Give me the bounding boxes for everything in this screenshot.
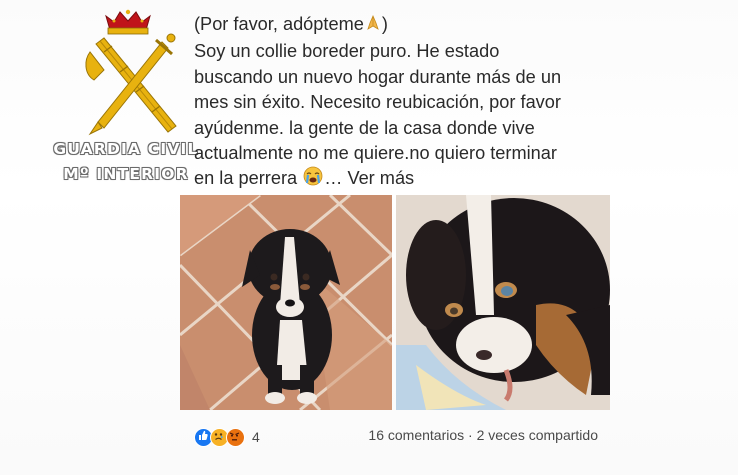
ellipsis: …	[324, 168, 343, 189]
emblem-text-line1: GUARDIA CIVIL	[53, 140, 199, 158]
puppy-photo-right[interactable]	[396, 195, 610, 410]
puppy-photo-left[interactable]	[180, 195, 392, 410]
reactions-summary[interactable]: 4	[194, 426, 260, 448]
post-line-1-end: )	[381, 14, 388, 34]
post-body-text: (Por favor, adópteme) Soy un collie bore…	[194, 12, 604, 194]
post-line-5: ayúdenme. la gente de la casa donde vive	[194, 117, 535, 138]
comments-link[interactable]: 16 comentarios	[368, 427, 464, 443]
post-footer: 4 16 comentarios · 2 veces compartido	[194, 426, 614, 450]
post-line-6: actualmente no me quiere.no quiero termi…	[194, 143, 557, 164]
see-more-link[interactable]: Ver más	[347, 168, 414, 188]
post-line-7-text: en la perrera	[194, 168, 298, 189]
post-line-7: en la perrera … Ver más	[194, 166, 604, 193]
post-line-3: buscando un nuevo hogar durante más de u…	[194, 66, 562, 87]
angry-reaction-icon	[226, 427, 245, 447]
puppy-closeup-image	[396, 195, 610, 410]
crown-icon	[105, 9, 151, 35]
shares-link[interactable]: 2 veces compartido	[477, 427, 598, 443]
reaction-count: 4	[252, 429, 260, 445]
post-line-1: (Por favor, adópteme)	[194, 12, 604, 39]
post-line-4: mes sin éxito. Necesito reubicación, por…	[194, 92, 561, 113]
post-line-1-text: (Por favor, adópteme	[194, 14, 364, 34]
pray-emoji-icon	[364, 14, 382, 39]
emblem-text-line2: Mº INTERIOR	[63, 165, 189, 183]
puppy-on-tiles-image	[180, 195, 392, 410]
engagement-stats: 16 comentarios · 2 veces compartido	[368, 427, 598, 443]
crying-emoji-icon	[302, 166, 324, 193]
stats-separator: ·	[468, 427, 473, 443]
post-line-2: Soy un collie boreder puro. He estado	[194, 41, 500, 62]
